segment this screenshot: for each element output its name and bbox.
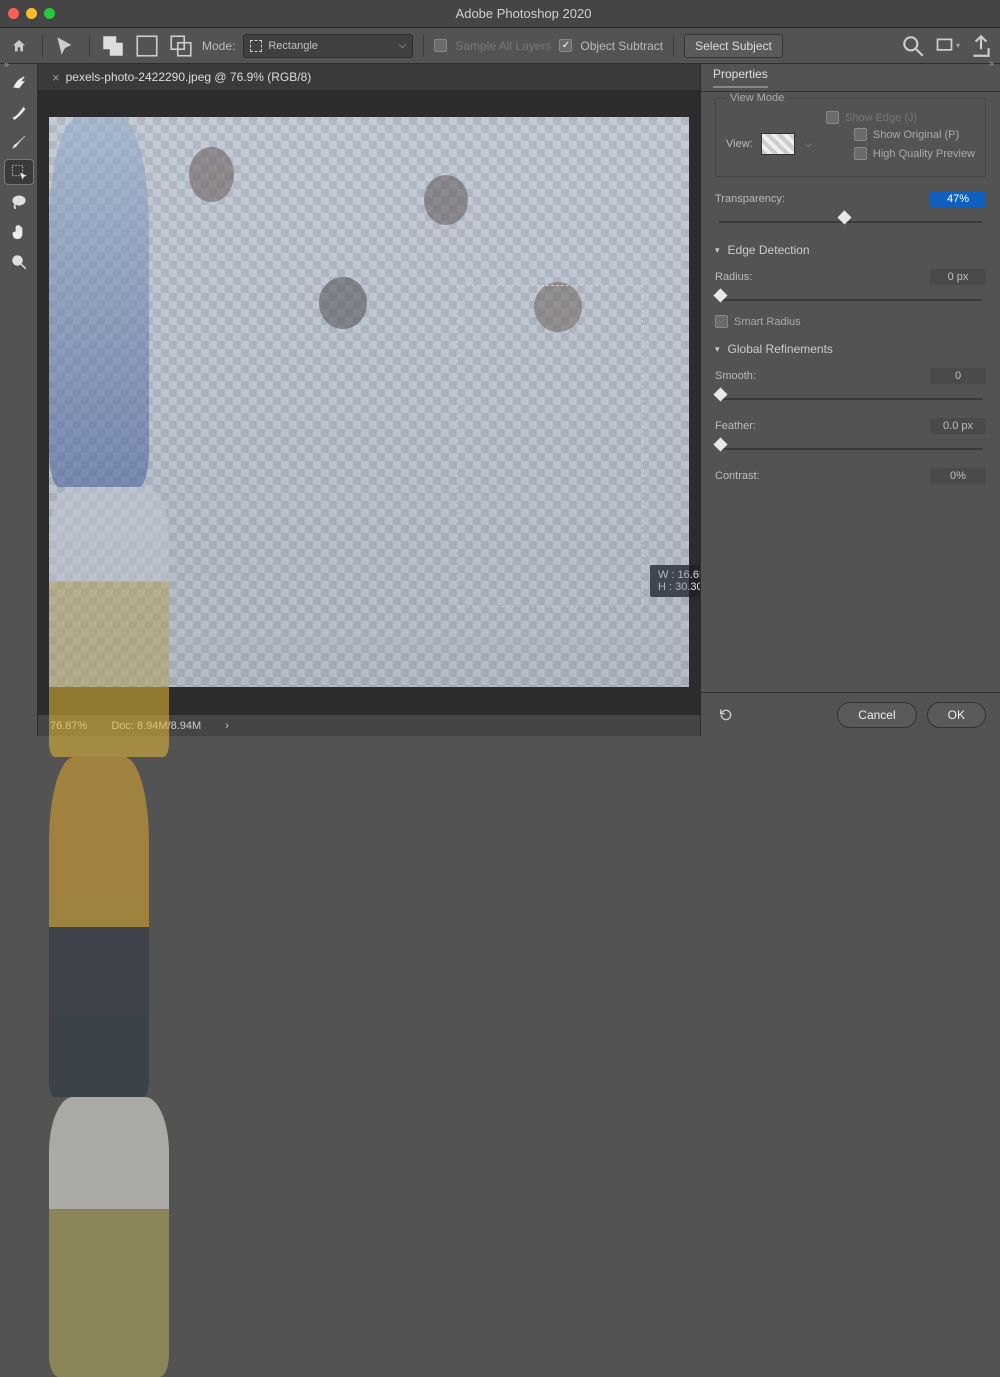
reset-button[interactable] [715,704,737,726]
smooth-slider[interactable] [719,392,982,406]
transparency-slider[interactable] [719,215,982,229]
view-mode-title: View Mode [726,92,788,104]
cancel-button[interactable]: Cancel [837,702,916,728]
feather-label: Feather: [715,420,756,432]
lasso-tool[interactable] [5,190,33,214]
show-edge-label: Show Edge (J) [845,112,917,124]
drag-hand-icon[interactable] [53,33,79,59]
document-tabbar: × pexels-photo-2422290.jpeg @ 76.9% (RGB… [38,64,700,90]
transparency-label: Transparency: [715,193,785,205]
hq-preview-label: High Quality Preview [873,148,975,160]
selection-subtract-icon[interactable] [168,33,194,59]
maximize-window-icon[interactable] [44,8,55,19]
refine-brush-tool[interactable] [5,100,33,124]
brush-tool[interactable] [5,130,33,154]
radius-label: Radius: [715,271,752,283]
expand-toolbar-icon[interactable]: » [4,59,9,69]
mode-label: Mode: [202,39,235,53]
contrast-label: Contrast: [715,470,760,482]
rectangle-icon [250,40,262,52]
radius-value[interactable]: 0 px [930,269,986,285]
view-mode-group: View Mode Show Edge (J) View: ⌵ Show Ori… [715,98,986,177]
collapse-panel-icon[interactable]: » [989,58,994,68]
show-original-checkbox[interactable] [854,128,867,141]
document-tab[interactable]: × pexels-photo-2422290.jpeg @ 76.9% (RGB… [44,64,319,90]
global-refinements-header[interactable]: ▾ Global Refinements [715,342,986,356]
chevron-down-icon: ⌵ [399,40,407,51]
sample-all-layers-label: Sample All Layers [455,39,551,53]
document-tab-label: pexels-photo-2422290.jpeg @ 76.9% (RGB/8… [66,70,312,84]
properties-panel: » Properties View Mode Show Edge (J) Vie… [700,64,1000,736]
panel-title: Properties [713,67,768,88]
select-subject-button[interactable]: Select Subject [684,34,783,58]
view-thumbnail[interactable] [761,133,795,155]
panel-footer: Cancel OK [701,692,1000,736]
screen-mode-icon[interactable]: ▾ [934,33,960,59]
photo-content [49,117,689,687]
home-button[interactable] [6,33,32,59]
object-subtract-label: Object Subtract [580,39,663,53]
mode-select[interactable]: Rectangle ⌵ [243,34,413,58]
object-subtract-checkbox[interactable] [559,39,572,52]
options-bar: Mode: Rectangle ⌵ Sample All Layers Obje… [0,28,1000,64]
edge-detection-header[interactable]: ▾ Edge Detection [715,243,986,257]
contrast-value[interactable]: 0% [930,468,986,484]
hand-tool[interactable] [5,220,33,244]
selection-add-icon[interactable] [134,33,160,59]
sample-all-layers-checkbox[interactable] [434,39,447,52]
show-edge-checkbox [826,111,839,124]
feather-value[interactable]: 0.0 px [930,418,986,434]
close-tab-icon[interactable]: × [52,70,60,85]
selection-marquee[interactable] [457,285,643,607]
smart-radius-checkbox[interactable] [715,315,728,328]
quick-select-tool[interactable] [5,70,33,94]
smooth-value[interactable]: 0 [930,368,986,384]
document-area: × pexels-photo-2422290.jpeg @ 76.9% (RGB… [38,64,700,736]
minimize-window-icon[interactable] [26,8,37,19]
chevron-down-icon: ▾ [715,245,720,256]
transparency-value[interactable]: 47% [930,191,986,207]
smooth-label: Smooth: [715,370,756,382]
status-caret[interactable]: › [225,720,229,732]
titlebar: Adobe Photoshop 2020 [0,0,1000,28]
radius-slider[interactable] [719,293,982,307]
left-toolbar: » [0,64,38,736]
show-original-label: Show Original (P) [873,129,959,141]
feather-slider[interactable] [719,442,982,456]
chevron-down-icon: ▾ [715,344,720,355]
selection-new-icon[interactable] [100,33,126,59]
smart-radius-label: Smart Radius [734,316,801,328]
hq-preview-checkbox[interactable] [854,147,867,160]
canvas[interactable]: W : 16.65 cm H : 30.30 cm [49,117,689,687]
canvas-area[interactable]: W : 16.65 cm H : 30.30 cm [38,90,700,714]
view-label: View: [726,138,753,150]
share-icon[interactable] [968,33,994,59]
object-select-tool[interactable] [5,160,33,184]
mode-value: Rectangle [268,40,318,52]
panel-tab[interactable]: Properties [701,64,1000,92]
close-window-icon[interactable] [8,8,19,19]
view-thumb-chevron-icon[interactable]: ⌵ [805,139,812,150]
zoom-tool[interactable] [5,250,33,274]
app-title: Adobe Photoshop 2020 [55,6,992,21]
search-icon[interactable] [900,33,926,59]
ok-button[interactable]: OK [927,702,986,728]
